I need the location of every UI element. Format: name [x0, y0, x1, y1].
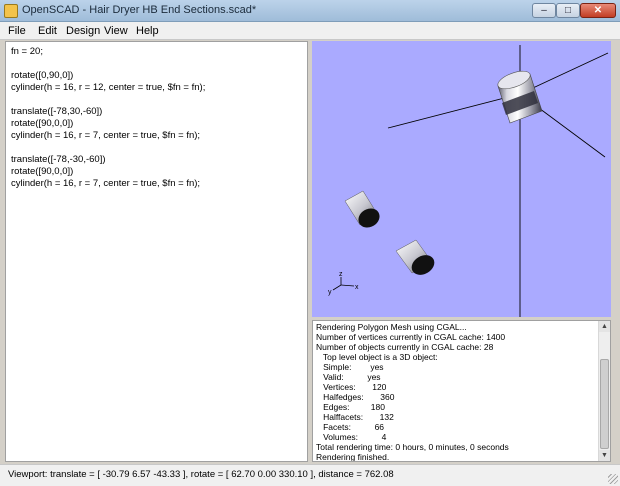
console-line: Volumes: 4: [316, 432, 387, 442]
console-line: Halffacets: 132: [316, 412, 394, 422]
code-line: cylinder(h = 16, r = 12, center = true, …: [11, 82, 206, 93]
close-button[interactable]: ✕: [580, 3, 616, 18]
console-line: Number of objects currently in CGAL cach…: [316, 342, 494, 352]
console-line: Facets: 66: [316, 422, 385, 432]
menu-file[interactable]: File: [8, 25, 26, 37]
console-line: Total rendering time: 0 hours, 0 minutes…: [316, 442, 509, 452]
console-line: Valid: yes: [316, 372, 381, 382]
code-line: cylinder(h = 16, r = 7, center = true, $…: [11, 178, 201, 189]
code-line: fn = 20;: [11, 46, 43, 57]
maximize-button[interactable]: □: [556, 3, 580, 18]
code-line: rotate([0,90,0]): [11, 70, 74, 81]
code-line: translate([-78,-30,-60]): [11, 154, 106, 165]
status-bar: Viewport: translate = [ -30.79 6.57 -43.…: [0, 464, 620, 486]
code-editor[interactable]: fn = 20; rotate([0,90,0]) cylinder(h = 1…: [5, 41, 308, 462]
axis-label-z: z: [339, 271, 343, 278]
console-line: Top level object is a 3D object:: [316, 352, 438, 362]
scroll-thumb[interactable]: [600, 359, 609, 449]
menu-edit[interactable]: Edit: [38, 25, 57, 37]
code-line: rotate([90,0,0]): [11, 166, 74, 177]
minimize-button[interactable]: –: [532, 3, 556, 18]
console-scrollbar[interactable]: ▲ ▼: [598, 321, 610, 461]
menu-help[interactable]: Help: [136, 25, 159, 37]
console-output[interactable]: Rendering Polygon Mesh using CGAL... Num…: [312, 320, 611, 462]
console-line: Number of vertices currently in CGAL cac…: [316, 332, 506, 342]
console-line: Edges: 180: [316, 402, 385, 412]
resize-grip-icon[interactable]: [608, 474, 618, 484]
code-line: rotate([90,0,0]): [11, 118, 74, 129]
console-line: Halfedges: 360: [316, 392, 395, 402]
large-cylinder: [497, 70, 543, 124]
code-line: translate([-78,30,-60]): [11, 106, 103, 117]
console-line: Rendering Polygon Mesh using CGAL...: [316, 322, 467, 332]
window-title: OpenSCAD - Hair Dryer HB End Sections.sc…: [22, 4, 257, 16]
console-line: Simple: yes: [316, 362, 384, 372]
code-line: cylinder(h = 16, r = 7, center = true, $…: [11, 130, 201, 141]
console-line: Vertices: 120: [316, 382, 387, 392]
axes-gizmo: [332, 277, 355, 291]
axis-label-y: y: [328, 289, 332, 296]
viewport-scene: z x y: [328, 45, 609, 317]
title-bar[interactable]: OpenSCAD - Hair Dryer HB End Sections.sc…: [0, 0, 620, 22]
openscad-app-icon: [4, 4, 18, 18]
menu-design[interactable]: Design: [66, 25, 100, 37]
menu-view[interactable]: View: [104, 25, 128, 37]
small-cylinder-lower: [395, 239, 435, 275]
console-line: Rendering finished.: [316, 452, 390, 462]
small-cylinder-upper: [344, 190, 380, 228]
3d-viewport[interactable]: z x y: [312, 41, 611, 317]
menu-bar: File Edit Design View Help: [0, 22, 620, 40]
scroll-up-arrow-icon[interactable]: ▲: [599, 321, 610, 332]
scroll-down-arrow-icon[interactable]: ▼: [599, 450, 610, 461]
viewport-status-text: Viewport: translate = [ -30.79 6.57 -43.…: [8, 469, 394, 480]
axis-label-x: x: [355, 284, 359, 291]
